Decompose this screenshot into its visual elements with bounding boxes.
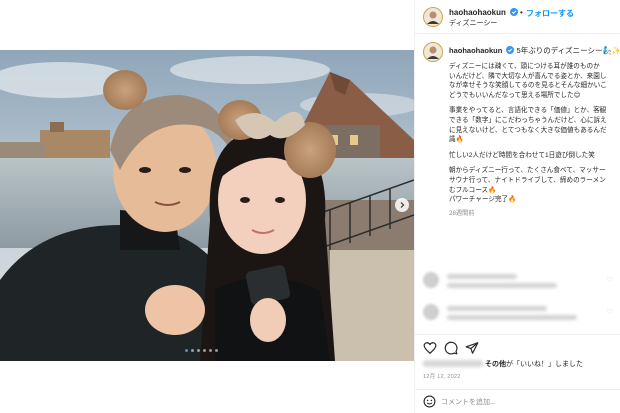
carousel-dot	[185, 349, 188, 352]
comment-button[interactable]	[444, 341, 458, 355]
heart-icon	[423, 342, 437, 355]
caption-line: なが幸せそうな笑顔してるのを見るとそんな細かいこ	[449, 82, 607, 90]
avatar[interactable]	[423, 272, 439, 288]
comment-like-icon[interactable]: ♡	[607, 276, 613, 284]
post-photo[interactable]	[0, 50, 414, 361]
caption-line: どうでもいいんだなって思える場所でした😊	[449, 91, 581, 99]
comments-section: haohaohaokun 5年ぶりのディズニーシー🧞✨ ディズニーには疎くて、頭…	[415, 34, 620, 334]
carousel-dot	[203, 349, 206, 352]
caption-header: haohaohaokun 5年ぶりのディズニーシー🧞✨	[449, 45, 620, 56]
add-comment-bar	[415, 389, 620, 413]
caption-line: 朝からディズニー行って、たくさん食べて、マッサー	[449, 167, 606, 175]
post-actions: その他が「いいね！」しました 12月 12, 2022	[415, 334, 620, 389]
carousel-dot	[215, 349, 218, 352]
header-username-text[interactable]: haohaohaokun	[449, 8, 506, 17]
avatar[interactable]	[423, 42, 443, 62]
caption-title: 5年ぶりのディズニーシー🧞✨	[516, 46, 620, 55]
paper-plane-icon	[465, 342, 479, 354]
blurred-comment-line	[447, 315, 577, 320]
follow-button[interactable]: フォローする	[526, 8, 574, 19]
likes-suffix: が「いいね！」しました	[506, 361, 583, 368]
couple-photo-image	[0, 50, 414, 361]
comment-like-icon[interactable]: ♡	[607, 308, 613, 316]
caption-line: できる「数字」にこだわっちゃうんだけど、心に訴え	[449, 116, 607, 124]
likes-summary: その他が「いいね！」しました	[423, 360, 619, 370]
caption-line: に見えないけど、とてつもなく大きな価値もあるんだ	[449, 126, 607, 134]
post-media-area	[0, 0, 414, 413]
carousel-dot	[197, 349, 200, 352]
caption-username[interactable]: haohaohaokun	[449, 46, 502, 55]
profile-photo-icon	[423, 42, 443, 62]
avatar[interactable]	[423, 7, 443, 27]
carousel-dot	[191, 349, 194, 352]
list-item: ♡	[423, 270, 619, 296]
caption-timestamp[interactable]: 28週間前	[449, 209, 620, 219]
caption-line: いんだけど、隣で大切な人が喜んでる姿とか、来園し	[449, 72, 607, 80]
like-button[interactable]	[423, 341, 437, 355]
caption-line: ディズニーには疎くて、頭につける耳が誰のものか	[449, 63, 600, 70]
comment-input[interactable]	[441, 395, 611, 409]
blurred-comment-line	[447, 283, 557, 288]
emoji-button[interactable]	[423, 395, 436, 408]
chevron-right-icon	[400, 202, 405, 208]
caption-line: 忙しい2人だけど時間を合わせて1日遊び倒した笑	[449, 151, 595, 159]
smiley-icon	[423, 395, 436, 408]
blurred-comment-line	[447, 274, 517, 279]
caption-line: むフルコース🔥	[449, 186, 497, 194]
blurred-comment-line	[447, 306, 547, 311]
list-item: ♡	[423, 302, 619, 328]
caption-line: サウナ行って、ナイトドライブして、締めのラーメン	[449, 176, 606, 184]
header-username[interactable]: haohaohaokun	[449, 8, 519, 17]
caption-line: パワーチャージ完了🔥	[449, 196, 517, 204]
caption-line: 識🔥	[449, 136, 464, 144]
blurred-liker-names	[423, 360, 483, 367]
comment-icon	[444, 341, 458, 355]
caption-line: 事業をやってると、言語化できる「価値」とか、客観	[449, 107, 607, 115]
verified-badge-icon	[506, 46, 515, 54]
avatar[interactable]	[423, 304, 439, 320]
likes-others[interactable]: その他	[485, 361, 506, 368]
likes-text[interactable]: その他が「いいね！」しました	[485, 359, 583, 369]
profile-photo-icon	[423, 7, 443, 27]
post-date[interactable]: 12月 12, 2022	[423, 372, 461, 380]
post-header: haohaohaokun • フォローする ディズニーシー	[415, 0, 620, 34]
share-button[interactable]	[465, 341, 479, 355]
carousel-dot	[209, 349, 212, 352]
carousel-dots	[185, 349, 218, 352]
caption-text: ディズニーには疎くて、頭につける耳が誰のものか いんだけど、隣で大切な人が喜んで…	[449, 62, 620, 218]
follow-separator: •	[520, 8, 523, 17]
verified-badge-icon	[510, 8, 519, 16]
location-link[interactable]: ディズニーシー	[449, 18, 497, 28]
post-side-panel: haohaohaokun • フォローする ディズニーシー haohaohaok…	[414, 0, 620, 413]
next-slide-button[interactable]	[395, 198, 409, 212]
